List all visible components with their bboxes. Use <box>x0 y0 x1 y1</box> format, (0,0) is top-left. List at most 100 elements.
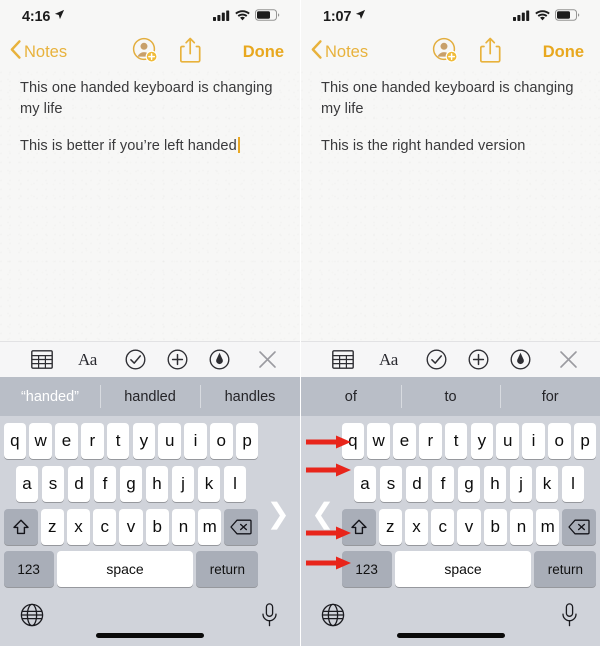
numbers-key[interactable]: 123 <box>3 551 54 587</box>
shift-key[interactable] <box>3 509 38 545</box>
key-f[interactable]: f <box>431 466 455 502</box>
key-l[interactable]: l <box>561 466 585 502</box>
home-indicator-bar[interactable] <box>96 633 204 638</box>
backspace-delete-icon[interactable] <box>224 509 259 545</box>
microphone-dictation-icon[interactable] <box>261 603 278 632</box>
done-button[interactable]: Done <box>243 43 284 62</box>
space-key[interactable]: space <box>394 551 532 587</box>
add-attachment-icon[interactable] <box>468 349 489 370</box>
add-person-icon[interactable] <box>132 37 158 68</box>
key-y[interactable]: y <box>132 423 156 459</box>
key-e[interactable]: e <box>55 423 78 459</box>
back-to-notes-button[interactable]: Notes <box>10 40 67 64</box>
return-key[interactable]: return <box>534 551 597 587</box>
key-u[interactable]: u <box>158 423 181 459</box>
backspace-delete-icon[interactable] <box>562 509 597 545</box>
key-k[interactable]: k <box>535 466 559 502</box>
key-p[interactable]: p <box>573 423 597 459</box>
key-k[interactable]: k <box>197 466 221 502</box>
checklist-icon[interactable] <box>125 349 146 370</box>
key-i[interactable]: i <box>522 423 545 459</box>
status-indicators <box>513 8 580 26</box>
key-n[interactable]: n <box>509 509 533 545</box>
key-x[interactable]: x <box>67 509 91 545</box>
suggestion-1[interactable]: handled <box>100 377 200 416</box>
table-icon[interactable] <box>332 350 354 369</box>
markup-pen-icon[interactable] <box>209 349 230 370</box>
key-q[interactable]: q <box>3 423 27 459</box>
microphone-dictation-icon[interactable] <box>561 603 578 632</box>
key-v[interactable]: v <box>119 509 143 545</box>
key-r[interactable]: r <box>80 423 104 459</box>
key-o[interactable]: o <box>209 423 233 459</box>
key-z[interactable]: z <box>378 509 402 545</box>
key-s[interactable]: s <box>41 466 65 502</box>
keyboard-bottom-bar <box>301 595 600 646</box>
key-i[interactable]: i <box>184 423 207 459</box>
key-g[interactable]: g <box>457 466 481 502</box>
shift-key[interactable] <box>341 509 376 545</box>
close-keyboard-icon[interactable] <box>559 350 578 369</box>
key-a[interactable]: a <box>15 466 39 502</box>
key-f[interactable]: f <box>93 466 117 502</box>
numbers-key[interactable]: 123 <box>341 551 392 587</box>
key-s[interactable]: s <box>379 466 403 502</box>
key-v[interactable]: v <box>457 509 481 545</box>
suggestion-2[interactable]: for <box>500 377 600 416</box>
key-t[interactable]: t <box>444 423 468 459</box>
key-z[interactable]: z <box>40 509 64 545</box>
share-icon[interactable] <box>179 37 201 68</box>
key-b[interactable]: b <box>145 509 169 545</box>
key-c[interactable]: c <box>431 509 455 545</box>
key-w[interactable]: w <box>29 423 52 459</box>
suggestion-0[interactable]: of <box>301 377 401 416</box>
suggestion-2[interactable]: handles <box>200 377 300 416</box>
key-o[interactable]: o <box>547 423 571 459</box>
key-b[interactable]: b <box>483 509 507 545</box>
suggestion-0[interactable]: “handed” <box>0 377 100 416</box>
add-person-icon[interactable] <box>432 37 458 68</box>
key-n[interactable]: n <box>171 509 195 545</box>
globe-keyboard-switch-icon[interactable] <box>20 603 44 632</box>
key-a[interactable]: a <box>353 466 377 502</box>
key-q[interactable]: q <box>341 423 365 459</box>
key-g[interactable]: g <box>119 466 143 502</box>
key-h[interactable]: h <box>145 466 169 502</box>
share-icon[interactable] <box>479 37 501 68</box>
key-x[interactable]: x <box>405 509 429 545</box>
key-j[interactable]: j <box>171 466 195 502</box>
text-format-icon[interactable]: Aa <box>78 350 97 370</box>
done-button[interactable]: Done <box>543 43 584 62</box>
chevron-right-icon[interactable]: ❯ <box>267 500 290 528</box>
key-w[interactable]: w <box>367 423 390 459</box>
text-caret <box>237 137 240 153</box>
key-m[interactable]: m <box>536 509 560 545</box>
return-key[interactable]: return <box>196 551 259 587</box>
key-t[interactable]: t <box>106 423 130 459</box>
key-r[interactable]: r <box>418 423 442 459</box>
home-indicator-bar[interactable] <box>396 633 505 638</box>
back-to-notes-button[interactable]: Notes <box>311 40 368 64</box>
text-format-icon[interactable]: Aa <box>379 350 398 370</box>
key-d[interactable]: d <box>405 466 429 502</box>
key-h[interactable]: h <box>483 466 507 502</box>
key-m[interactable]: m <box>198 509 222 545</box>
space-key[interactable]: space <box>56 551 194 587</box>
checklist-icon[interactable] <box>426 349 447 370</box>
key-j[interactable]: j <box>509 466 533 502</box>
add-attachment-icon[interactable] <box>167 349 188 370</box>
chevron-left-icon[interactable]: ❮ <box>311 500 334 528</box>
key-d[interactable]: d <box>67 466 91 502</box>
key-u[interactable]: u <box>496 423 519 459</box>
key-e[interactable]: e <box>393 423 416 459</box>
key-l[interactable]: l <box>223 466 247 502</box>
key-y[interactable]: y <box>470 423 494 459</box>
key-c[interactable]: c <box>93 509 117 545</box>
suggestion-1[interactable]: to <box>400 377 501 416</box>
table-icon[interactable] <box>31 350 53 369</box>
globe-keyboard-switch-icon[interactable] <box>321 603 345 632</box>
keyboard-row-3: z x c v b n m <box>0 508 262 546</box>
key-p[interactable]: p <box>235 423 259 459</box>
markup-pen-icon[interactable] <box>510 349 531 370</box>
close-keyboard-icon[interactable] <box>258 350 277 369</box>
